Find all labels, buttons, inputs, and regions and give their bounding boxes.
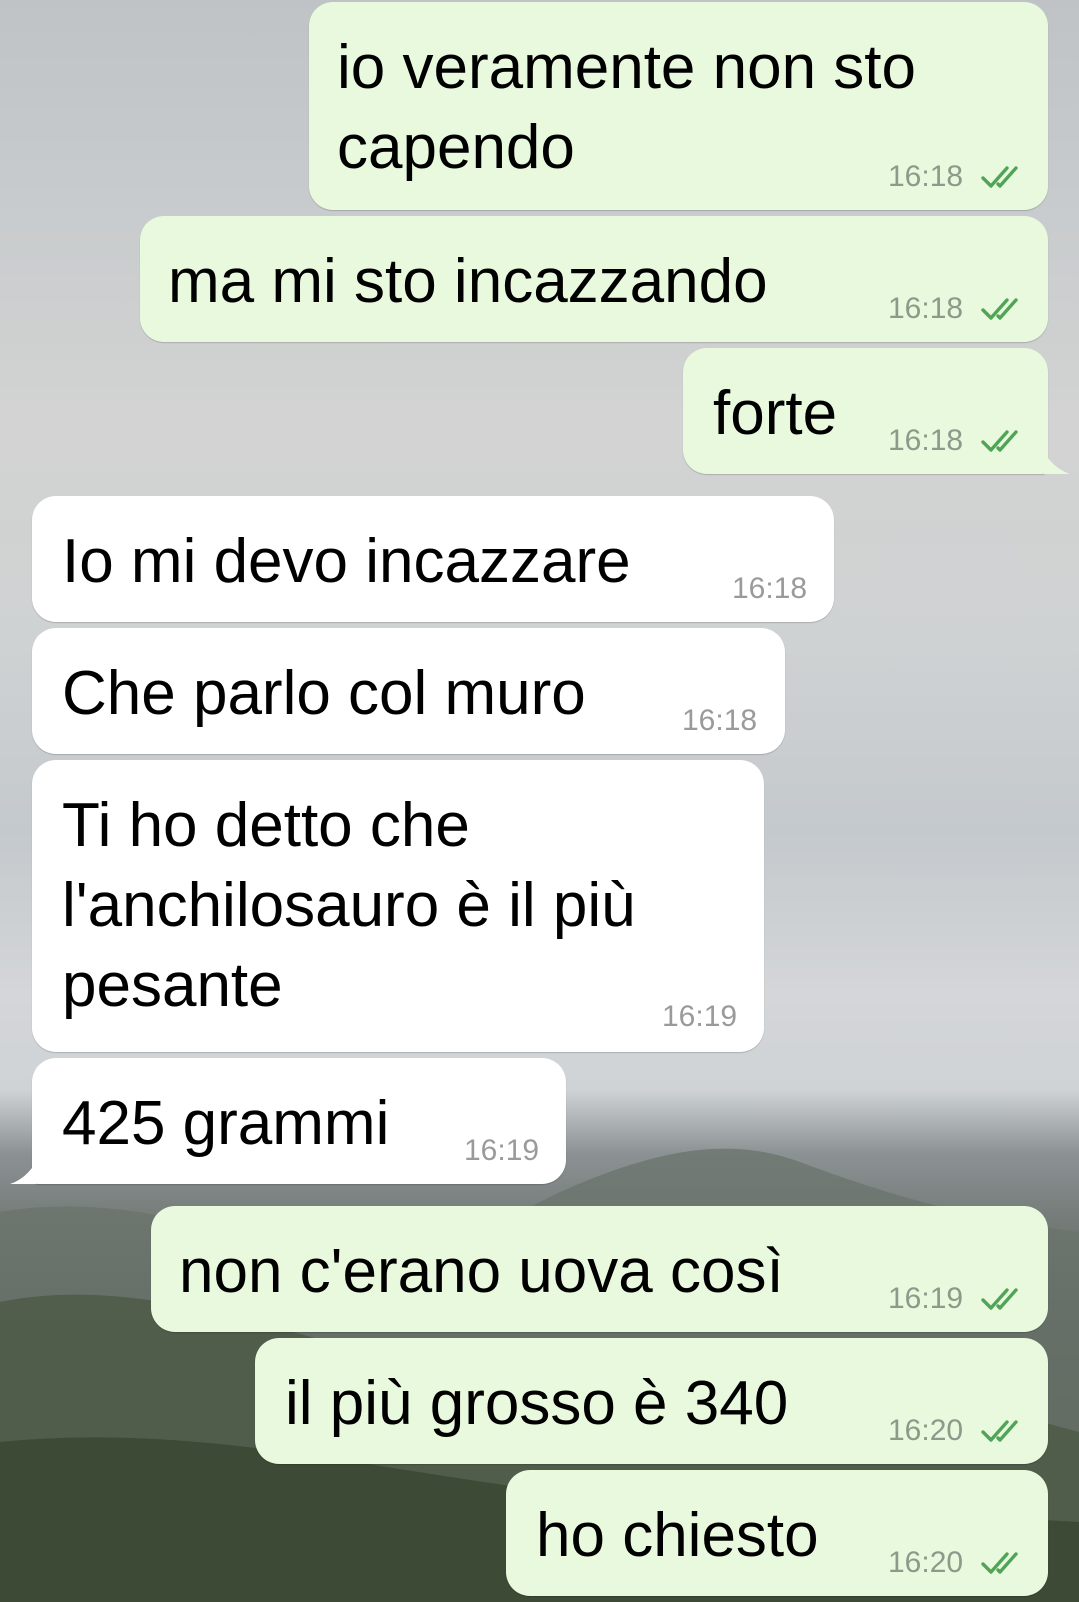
double-check-icon xyxy=(981,1552,1018,1574)
message-bubble-outgoing[interactable]: il più grosso è 340 16:20 xyxy=(255,1338,1048,1464)
message-time: 16:19 xyxy=(662,1000,738,1033)
message-text: ho chiesto xyxy=(536,1501,819,1570)
message-bubble-incoming[interactable]: Che parlo col muro 16:18 xyxy=(32,628,785,754)
message-time: 16:20 xyxy=(888,1546,964,1579)
bubble-tail xyxy=(10,1162,36,1184)
double-check-icon xyxy=(981,166,1018,188)
message-bubble-incoming[interactable]: Ti ho detto che l'anchilosauro è il più … xyxy=(32,760,764,1052)
double-check-icon xyxy=(981,430,1018,452)
message-time: 16:20 xyxy=(888,1414,964,1447)
message-bubble-outgoing[interactable]: io veramente non sto capendo 16:18 xyxy=(309,2,1048,210)
message-text: ma mi sto incazzando xyxy=(168,247,768,316)
message-text: non c'erano uova così xyxy=(179,1237,784,1306)
message-time: 16:18 xyxy=(682,704,758,737)
message-bubble-incoming[interactable]: Io mi devo incazzare 16:18 xyxy=(32,496,834,622)
double-check-icon xyxy=(981,1420,1018,1442)
message-text: io veramente non sto xyxy=(337,33,917,102)
message-text: 425 grammi xyxy=(62,1089,390,1158)
double-check-icon xyxy=(981,298,1018,320)
message-text: Io mi devo incazzare xyxy=(62,527,631,596)
message-bubble-outgoing[interactable]: ma mi sto incazzando 16:18 xyxy=(140,216,1048,342)
message-text: capendo xyxy=(337,113,575,182)
message-text: l'anchilosauro è il più xyxy=(62,871,636,940)
message-bubble-outgoing[interactable]: forte 16:18 xyxy=(683,348,1048,474)
message-time: 16:18 xyxy=(888,292,964,325)
message-text: pesante xyxy=(62,951,283,1020)
message-text: Ti ho detto che xyxy=(62,791,470,860)
message-time: 16:18 xyxy=(732,572,808,605)
message-time: 16:19 xyxy=(464,1134,540,1167)
message-time: 16:18 xyxy=(888,424,964,457)
message-time: 16:18 xyxy=(888,160,964,193)
message-text: Che parlo col muro xyxy=(62,659,586,728)
message-time: 16:19 xyxy=(888,1282,964,1315)
message-bubble-incoming[interactable]: 425 grammi 16:19 xyxy=(32,1058,566,1184)
message-bubble-outgoing[interactable]: non c'erano uova così 16:19 xyxy=(151,1206,1048,1332)
message-bubble-outgoing[interactable]: ho chiesto 16:20 xyxy=(506,1470,1048,1596)
message-text: forte xyxy=(713,379,838,448)
double-check-icon xyxy=(981,1288,1018,1310)
message-text: il più grosso è 340 xyxy=(285,1369,789,1438)
bubble-tail xyxy=(1044,452,1070,474)
